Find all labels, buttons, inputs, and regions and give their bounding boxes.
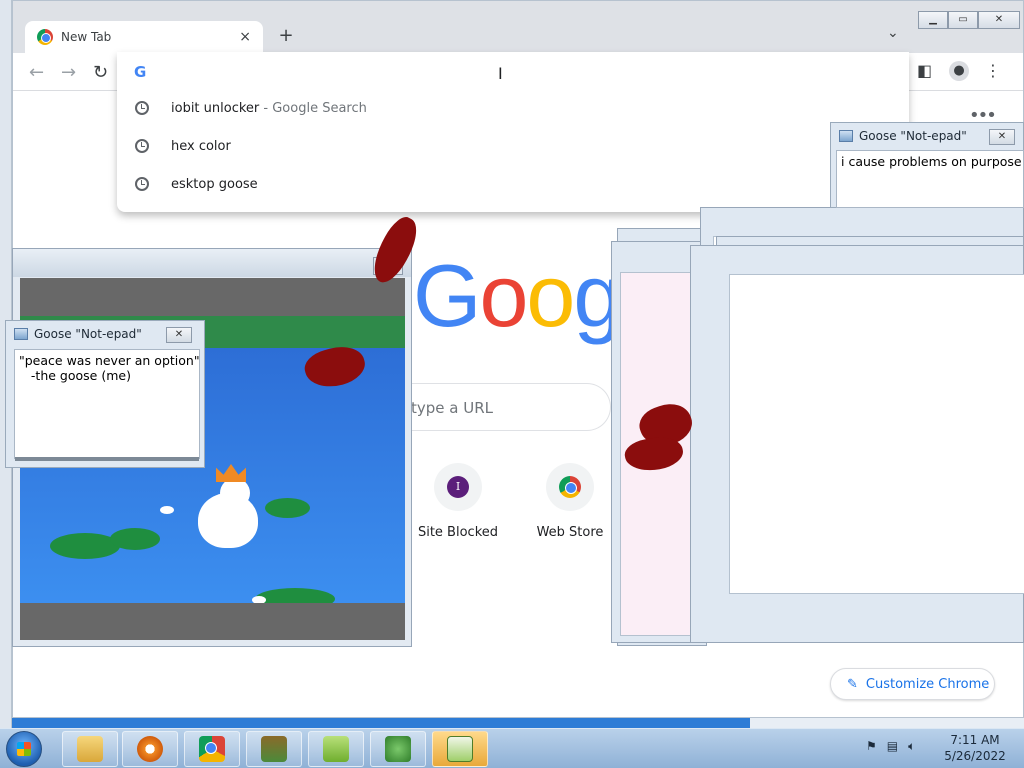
suggestion-text: hex color [171, 138, 231, 154]
shortcut-label: Site Blocked [417, 525, 499, 540]
network-icon[interactable]: ▤ [887, 739, 898, 754]
close-button[interactable]: ✕ [978, 11, 1020, 29]
history-clock-icon [135, 139, 149, 153]
tab-search-icon[interactable]: ⌄ [887, 25, 899, 41]
notepad-icon [447, 736, 473, 762]
omnibox-dropdown: G I iobit unlocker - Google Search hex c… [117, 52, 909, 212]
tab-close-icon[interactable]: × [239, 29, 251, 45]
shortcut-tile [546, 463, 594, 511]
pencil-icon: ✎ [847, 676, 858, 692]
note-close-button[interactable]: ✕ [989, 129, 1015, 145]
suggestion-item[interactable]: iobit unlocker - Google Search [117, 89, 909, 127]
notepad-icon [839, 130, 853, 142]
window-controls: ▁ ▭ ✕ [918, 11, 1020, 29]
taskbar-media-player[interactable] [122, 731, 178, 767]
chrome-titlebar: New Tab × + ⌄ ▁ ▭ ✕ [13, 1, 1023, 53]
new-tab-button[interactable]: + [275, 25, 297, 47]
forward-icon[interactable]: → [61, 62, 76, 83]
chrome-icon [37, 29, 53, 45]
media-player-icon [137, 736, 163, 762]
note-title: Goose "Not-epad" [859, 129, 967, 143]
shortcut-site-blocked[interactable]: I Site Blocked [413, 463, 503, 540]
note-text[interactable]: "peace was never an option" -the goose (… [14, 349, 200, 459]
taskbar-goose-app[interactable] [246, 731, 302, 767]
frog-icon [385, 736, 411, 762]
video-letterbox [20, 603, 405, 640]
taskbar: ⚑ ▤ 🔈︎ 7:11 AM 5/26/2022 [0, 728, 1024, 768]
history-clock-icon [135, 101, 149, 115]
note-title: Goose "Not-epad" [34, 327, 142, 341]
empty-window[interactable] [690, 245, 1024, 643]
goose-app-icon [261, 736, 287, 762]
goose-icon [323, 736, 349, 762]
suggestion-text: iobit unlocker - Google Search [171, 100, 367, 116]
maximize-button[interactable]: ▭ [948, 11, 978, 29]
shortcut-tile: I [434, 463, 482, 511]
taskbar-chrome[interactable] [184, 731, 240, 767]
taskbar-clock[interactable]: 7:11 AM 5/26/2022 [930, 732, 1020, 764]
chrome-icon [199, 736, 225, 762]
taskbar-notepad[interactable] [432, 731, 488, 767]
goose-notepad-window[interactable]: Goose "Not-epad" ✕ i cause problems on p… [830, 122, 1024, 208]
menu-icon[interactable]: ⋮ [985, 61, 1001, 80]
goose-notepad-window[interactable]: Goose "Not-epad" ✕ "peace was never an o… [5, 320, 205, 468]
volume-icon[interactable]: 🔈︎ [908, 739, 915, 754]
site-blocked-icon: I [447, 476, 469, 498]
google-logo: Googl [413, 246, 640, 345]
web-store-icon [559, 476, 581, 498]
windows-logo-icon [17, 742, 31, 756]
empty-window-content [729, 274, 1024, 594]
taskbar-goose[interactable] [308, 731, 364, 767]
ntp-search-placeholder: type a URL [411, 399, 493, 417]
text-cursor-icon: I [498, 64, 503, 83]
clock-time: 7:11 AM [950, 733, 1000, 747]
system-tray: ⚑ ▤ 🔈︎ [866, 739, 915, 754]
taskbar-frog-app[interactable] [370, 731, 426, 767]
tab-title: New Tab [61, 30, 112, 44]
reload-icon[interactable]: ↻ [93, 62, 108, 83]
lotus-flower [160, 506, 174, 514]
minimize-button[interactable]: ▁ [918, 11, 948, 29]
media-titlebar [13, 249, 411, 277]
customize-chrome-button[interactable]: ✎ Customize Chrome [830, 668, 995, 700]
note-close-button[interactable]: ✕ [166, 327, 192, 343]
history-clock-icon [135, 177, 149, 191]
google-g-icon: G [134, 63, 147, 81]
clock-date: 5/26/2022 [944, 749, 1006, 763]
suggestion-text: esktop goose [171, 176, 258, 192]
note-scrollbar[interactable] [15, 457, 199, 461]
suggestion-item[interactable]: hex color [117, 127, 909, 165]
side-panel-icon[interactable]: ◧ [917, 61, 932, 80]
lily-pad [265, 498, 310, 518]
notepad-icon [14, 328, 28, 340]
window-edge-highlight [12, 718, 750, 728]
back-icon[interactable]: ← [29, 62, 44, 83]
start-button[interactable] [6, 731, 42, 767]
profile-icon[interactable]: ● [949, 61, 969, 81]
suggestion-item[interactable]: esktop goose [117, 165, 909, 203]
shortcut-web-store[interactable]: Web Store [525, 463, 615, 540]
taskbar-explorer[interactable] [62, 731, 118, 767]
lily-pad [110, 528, 160, 550]
action-center-icon[interactable]: ⚑ [866, 739, 877, 754]
tab-new-tab[interactable]: New Tab × [25, 21, 263, 53]
goose-head [220, 478, 250, 508]
customize-chrome-label: Customize Chrome [865, 676, 990, 692]
shortcut-label: Web Store [536, 525, 604, 540]
note-text[interactable]: i cause problems on purpose [836, 150, 1024, 208]
folder-icon [77, 736, 103, 762]
